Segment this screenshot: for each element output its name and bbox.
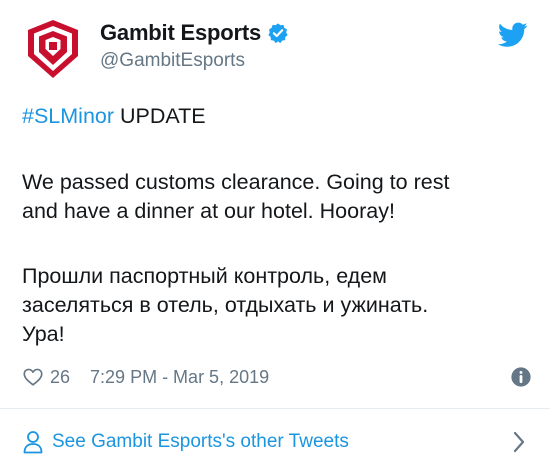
avatar[interactable] [22,18,84,80]
hashtag-link[interactable]: #SLMinor [22,104,114,128]
chevron-right-icon[interactable] [512,430,526,454]
tweet-line: Прошли паспортный контроль, едем [22,264,387,288]
author-name[interactable]: Gambit Esports [100,20,261,46]
heart-icon[interactable] [22,366,44,388]
person-icon [23,431,43,454]
like-count[interactable]: 26 [50,367,70,388]
info-icon[interactable] [510,366,532,388]
tweet-paragraph-ru: Прошли паспортный контроль, едем заселят… [22,262,532,349]
author-name-row[interactable]: Gambit Esports [100,20,289,46]
author-handle[interactable]: @GambitEsports [100,50,245,72]
tweet-paragraph-en: We passed customs clearance. Going to re… [22,168,532,226]
verified-badge-icon [268,23,288,44]
divider [0,408,550,409]
tweet-line: We passed customs clearance. Going to re… [22,170,450,194]
tweet-meta: 26 7:29 PM - Mar 5, 2019 [22,363,532,391]
headline-text: UPDATE [114,104,206,128]
tweet-line: Ура! [22,322,65,346]
tweet-card: Gambit Esports @GambitEsports #SLMinor U… [0,0,550,466]
other-tweets-link[interactable]: See Gambit Esports's other Tweets [22,428,532,456]
tweet-timestamp[interactable]: 7:29 PM - Mar 5, 2019 [90,367,269,388]
twitter-bird-icon[interactable] [498,22,528,48]
tweet-headline: #SLMinor UPDATE [22,102,532,131]
tweet-line: and have a dinner at our hotel. Hooray! [22,199,395,223]
other-tweets-label[interactable]: See Gambit Esports's other Tweets [52,431,349,453]
tweet-line: заселяться в отель, отдыхать и ужинать. [22,293,429,317]
